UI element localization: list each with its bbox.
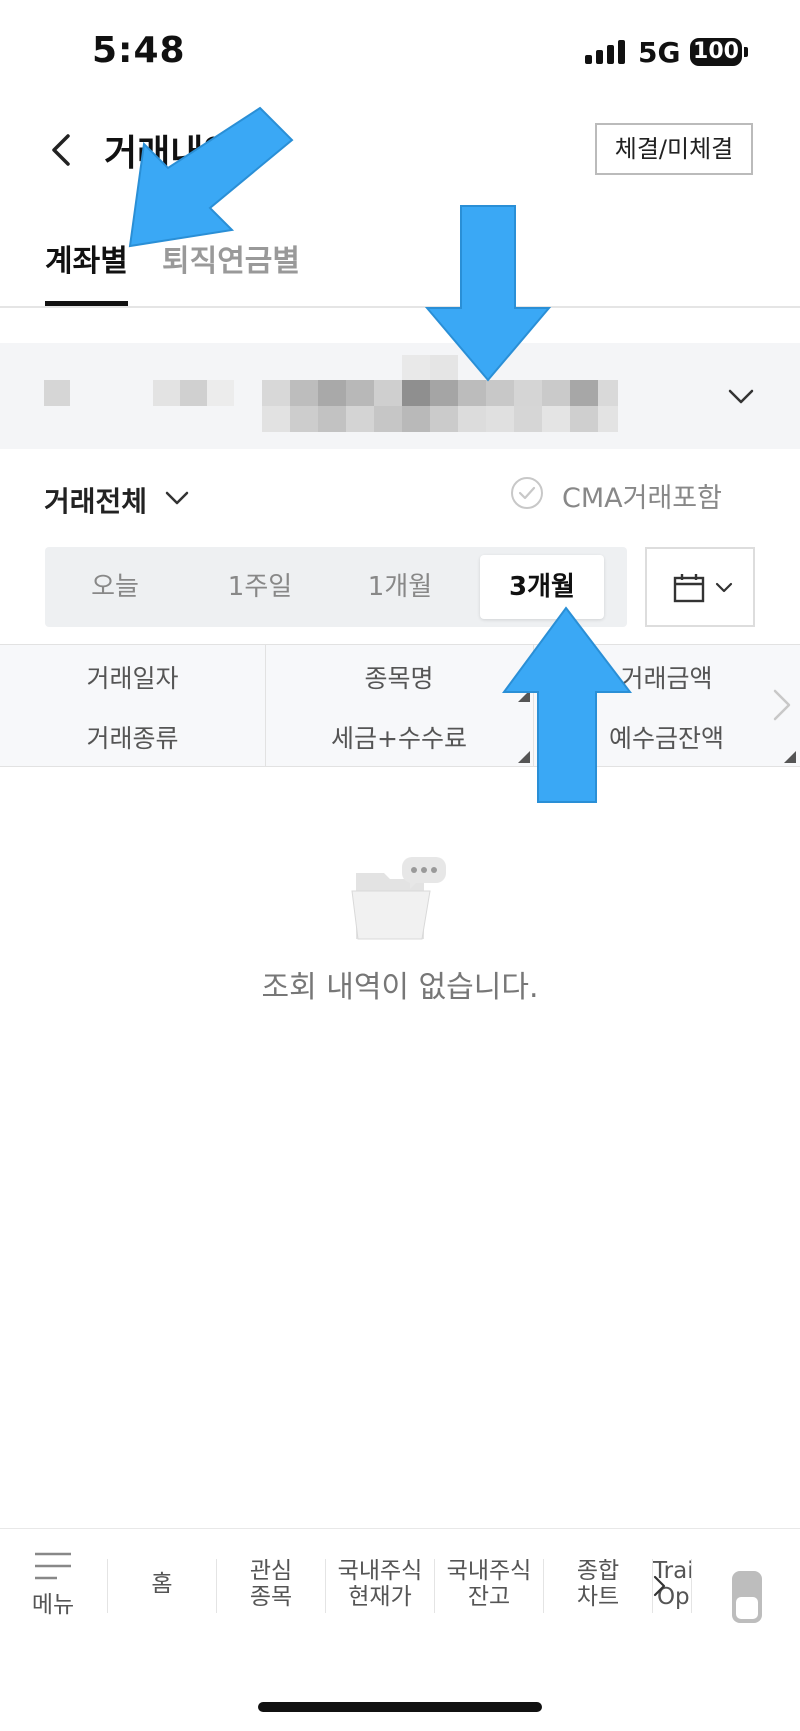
transaction-type-filter[interactable]: 거래전체 xyxy=(44,480,147,520)
battery-icon: 100 xyxy=(690,38,742,66)
calendar-icon xyxy=(673,574,705,603)
chevron-right-icon[interactable] xyxy=(770,688,794,722)
table-header: 거래일자 종목명 거래금액 거래종류 세금+수수료 예수금잔액 xyxy=(0,644,800,767)
column-trade-date[interactable]: 거래일자 xyxy=(0,659,265,695)
annotation-arrow-tab xyxy=(128,106,294,248)
nav-home[interactable]: 홈 xyxy=(108,1529,216,1639)
empty-state-message: 조회 내역이 없습니다. xyxy=(261,970,539,1005)
hamburger-menu-icon xyxy=(35,1552,71,1580)
executed-unexecuted-button[interactable]: 체결/미체결 xyxy=(595,123,753,175)
nav-chart[interactable]: 종합 차트 xyxy=(544,1529,652,1639)
nav-menu-label: 메뉴 xyxy=(31,1592,75,1618)
nav-watchlist[interactable]: 관심 종목 xyxy=(217,1529,325,1639)
chevron-down-icon[interactable] xyxy=(162,486,192,510)
home-indicator xyxy=(258,1702,542,1712)
account-selector[interactable] xyxy=(0,343,800,449)
signal-icon xyxy=(585,40,625,64)
network-type: 5G xyxy=(638,36,681,69)
nav-domestic-price[interactable]: 국내주식 현재가 xyxy=(326,1529,434,1639)
masked-account-number xyxy=(0,343,700,449)
calendar-button[interactable] xyxy=(645,547,755,627)
period-today[interactable]: 오늘 xyxy=(65,547,165,627)
chevron-down-icon[interactable] xyxy=(726,384,756,408)
column-trade-type[interactable]: 거래종류 xyxy=(0,719,265,755)
annotation-arrow-account xyxy=(425,205,552,382)
period-1month[interactable]: 1개월 xyxy=(345,547,455,627)
checkbox-icon[interactable] xyxy=(510,476,544,510)
chevron-down-icon xyxy=(715,582,733,593)
nav-menu[interactable]: 메뉴 xyxy=(20,1529,86,1639)
status-time: 5:48 xyxy=(92,30,186,71)
battery-tip xyxy=(744,47,748,57)
annotation-arrow-period xyxy=(502,606,633,803)
tabs-divider xyxy=(0,306,800,308)
empty-folder-icon xyxy=(351,857,446,940)
nav-domestic-balance[interactable]: 국내주식 잔고 xyxy=(435,1529,543,1639)
period-1week[interactable]: 1주일 xyxy=(205,547,315,627)
column-tax-fee[interactable]: 세금+수수료 xyxy=(265,719,533,755)
sort-corner-icon xyxy=(784,751,796,763)
cma-include-label[interactable]: CMA거래포함 xyxy=(562,476,722,515)
chevron-right-icon[interactable] xyxy=(652,1575,668,1597)
tab-account[interactable]: 계좌별 xyxy=(45,236,128,280)
back-chevron-icon[interactable] xyxy=(42,130,82,170)
column-stock-name[interactable]: 종목명 xyxy=(265,659,533,695)
bottom-navigation: 메뉴 홈 관심 종목 국내주식 현재가 국내주식 잔고 종합 차트 Trai O… xyxy=(0,1528,800,1639)
toggle-panel-icon[interactable] xyxy=(730,1569,764,1625)
